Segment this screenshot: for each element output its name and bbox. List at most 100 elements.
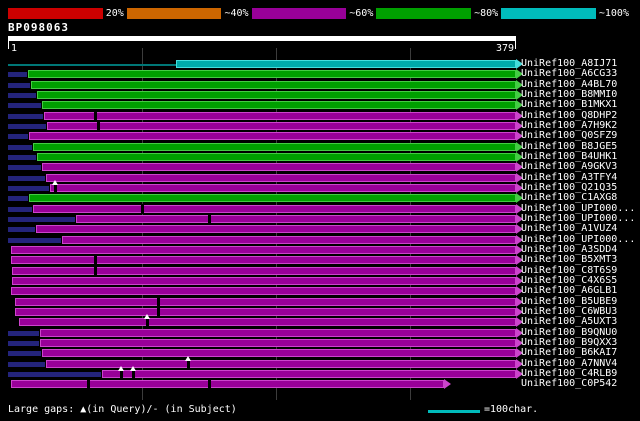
- query-ruler-bar: [8, 36, 516, 41]
- alignment-bar[interactable]: [28, 70, 516, 79]
- blast-overview-screen: 20% ~40% ~60% ~80% ~100% BP098063 1 379 UniR…: [0, 0, 640, 421]
- alignment-bar[interactable]: [45, 173, 516, 182]
- hit-accession-label[interactable]: UniRef100_A6CG33: [521, 69, 617, 79]
- gap-break: [157, 306, 161, 317]
- alignment-row: UniRef100_A5UXT3: [0, 314, 640, 328]
- alignment-bar[interactable]: [76, 214, 516, 223]
- identity-scalebar: 20% ~40% ~60% ~80% ~100%: [8, 8, 632, 19]
- gap-marker-triangle-icon: [51, 179, 58, 185]
- hit-accession-label[interactable]: UniRef100_A5UXT3: [521, 317, 617, 327]
- low-score-segment: [8, 134, 29, 140]
- alignment-bar[interactable]: [175, 60, 516, 68]
- gap-break: [94, 265, 98, 276]
- hit-accession-label[interactable]: UniRef100_B1MKX1: [521, 100, 617, 110]
- scale-label: 20%: [105, 8, 124, 19]
- hit-accession-label[interactable]: UniRef100_Q0SFZ9: [521, 131, 617, 141]
- alignment-bar[interactable]: [37, 90, 516, 99]
- alignment-bar[interactable]: [41, 349, 516, 358]
- scale-segment: [126, 8, 222, 19]
- gap-marker-triangle-icon: [144, 314, 151, 320]
- alignment-bar[interactable]: [45, 359, 516, 368]
- alignment-bar[interactable]: [41, 163, 516, 172]
- scale-label: ~80%: [474, 8, 499, 19]
- gap-break: [94, 110, 98, 121]
- low-score-segment: [8, 72, 28, 78]
- hit-accession-label[interactable]: UniRef100_A9GKV3: [521, 162, 617, 172]
- low-score-segment: [8, 216, 76, 222]
- low-score-segment: [8, 371, 101, 377]
- gap-break: [87, 379, 91, 390]
- alignment-bar[interactable]: [29, 194, 516, 203]
- alignment-bar[interactable]: [61, 235, 516, 244]
- hit-accession-label[interactable]: UniRef100_A6GLB1: [521, 286, 617, 296]
- alignment-bar[interactable]: [44, 111, 516, 120]
- hit-accession-label[interactable]: UniRef100_B5XMT3: [521, 255, 617, 265]
- alignment-bar[interactable]: [37, 152, 516, 161]
- hit-accession-label[interactable]: UniRef100_C0P542: [521, 379, 617, 389]
- alignment-row: UniRef100_B6KAI7: [0, 348, 640, 359]
- low-score-segment: [8, 185, 49, 191]
- alignment-row: UniRef100_C0P542: [0, 379, 640, 390]
- gap-break: [94, 255, 98, 266]
- gap-break: [208, 379, 212, 390]
- low-score-segment: [8, 351, 41, 357]
- alignment-bar[interactable]: [10, 287, 516, 296]
- alignment-bar[interactable]: [49, 183, 516, 192]
- scale-length-line: [428, 410, 480, 413]
- alignment-bar[interactable]: [14, 307, 516, 316]
- low-score-segment: [8, 227, 36, 233]
- alignment-row: UniRef100_A6CG33: [0, 69, 640, 80]
- low-score-segment: [8, 113, 44, 119]
- scale-segment: [251, 8, 347, 19]
- alignment-bar[interactable]: [33, 142, 516, 151]
- alignment-bar[interactable]: [18, 318, 516, 327]
- alignment-row: UniRef100_B1MKX1: [0, 100, 640, 111]
- arrowhead-icon: [443, 379, 451, 390]
- alignment-bar[interactable]: [36, 225, 516, 234]
- alignment-bar[interactable]: [30, 80, 516, 89]
- large-gaps-legend: Large gaps: ▲(in Query)/- (in Subject): [8, 404, 237, 415]
- low-score-segment: [8, 361, 45, 367]
- alignment-bar[interactable]: [10, 245, 516, 254]
- alignment-bar[interactable]: [46, 121, 516, 130]
- alignment-bar[interactable]: [12, 276, 516, 285]
- alignment-bar[interactable]: [33, 204, 516, 213]
- alignment-rows: UniRef100_A8IJ71 UniRef100_A6CG33 UniRef10…: [0, 59, 640, 391]
- hit-accession-label[interactable]: UniRef100_B6KAI7: [521, 348, 617, 358]
- alignment-row: UniRef100_Q0SFZ9: [0, 131, 640, 142]
- alignment-bar[interactable]: [101, 369, 516, 378]
- low-score-segment: [8, 144, 33, 150]
- query-title: BP098063: [8, 21, 69, 34]
- gap-marker-triangle-icon: [129, 365, 136, 371]
- alignment-bar[interactable]: [10, 256, 516, 265]
- alignment-bar[interactable]: [14, 297, 516, 306]
- scale-label: ~100%: [598, 8, 629, 19]
- alignment-row: UniRef100_B5XMT3: [0, 255, 640, 266]
- low-score-segment: [8, 82, 30, 88]
- low-score-segment: [8, 330, 40, 336]
- alignment-bar[interactable]: [12, 266, 516, 275]
- scale-segment: [501, 8, 596, 19]
- low-score-segment: [8, 123, 46, 129]
- low-score-segment: [8, 103, 41, 109]
- hit-accession-label[interactable]: UniRef100_A1VUZ4: [521, 224, 617, 234]
- gap-break: [208, 213, 212, 224]
- gap-marker-triangle-icon: [184, 355, 191, 361]
- low-score-segment: [8, 196, 29, 202]
- alignment-row: UniRef100_A6GLB1: [0, 286, 640, 297]
- alignment-bar[interactable]: [29, 132, 516, 141]
- ruler-start-tick: [8, 41, 9, 49]
- low-score-segment: [8, 340, 40, 346]
- alignment-bar[interactable]: [40, 338, 516, 347]
- alignment-bar[interactable]: [10, 380, 444, 389]
- ruler-end-tick: [515, 41, 516, 49]
- alignment-row: UniRef100_A1VUZ4: [0, 224, 640, 235]
- alignment-bar[interactable]: [40, 328, 516, 337]
- alignment-bar[interactable]: [41, 101, 516, 110]
- alignment-row: UniRef100_A9GKV3: [0, 162, 640, 173]
- low-score-segment: [8, 154, 37, 160]
- hit-accession-label[interactable]: UniRef100_C1AXG8: [521, 193, 617, 203]
- ruler-end-label: 379: [496, 43, 515, 54]
- low-score-segment: [8, 206, 33, 212]
- scale-segment: [376, 8, 472, 19]
